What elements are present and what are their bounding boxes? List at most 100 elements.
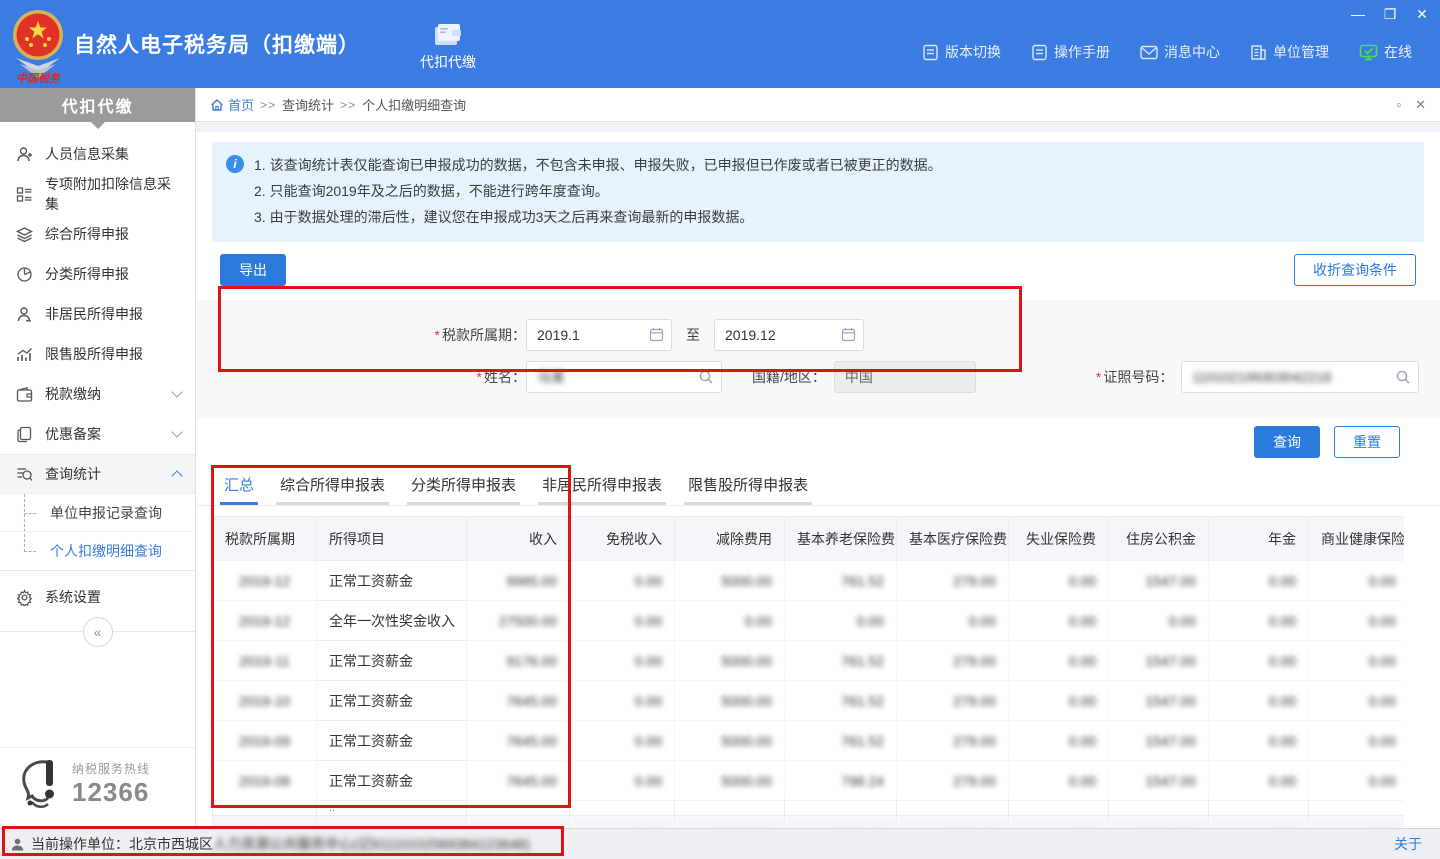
- column-header: 住房公积金: [1109, 517, 1209, 561]
- panel-close-icon[interactable]: ✕: [1415, 97, 1426, 113]
- sidebar-item-tax-payment[interactable]: 税款缴纳: [0, 374, 195, 414]
- sidebar-item-restricted-stock[interactable]: 限售股所得申报: [0, 334, 195, 374]
- form-list-icon: [16, 186, 33, 203]
- export-button[interactable]: 导出: [220, 254, 286, 286]
- sidebar-subitem-personal-withholding-query[interactable]: 个人扣缴明细查询: [0, 532, 195, 570]
- table-cell: [675, 801, 785, 816]
- breadcrumb-item-query-statistics[interactable]: 查询统计: [282, 95, 334, 114]
- sidebar-item-label: 优惠备案: [45, 424, 101, 444]
- name-input[interactable]: 马某: [526, 361, 722, 393]
- table-cell: 2019-11: [213, 641, 317, 681]
- tab-summary[interactable]: 汇总: [220, 468, 258, 505]
- table-cell: 60,000.00: [675, 816, 785, 829]
- column-header: 年金: [1209, 517, 1309, 561]
- sidebar-item-system-settings[interactable]: 系统设置: [0, 577, 195, 617]
- table-cell: 279.00: [897, 561, 1009, 601]
- breadcrumb-home[interactable]: 首页: [210, 95, 254, 114]
- table-cell: [785, 801, 897, 816]
- sidebar-collapse-button[interactable]: «: [83, 617, 113, 647]
- calendar-icon[interactable]: [649, 327, 664, 342]
- close-button[interactable]: ✕: [1414, 6, 1430, 22]
- about-link[interactable]: 关于: [1394, 834, 1422, 854]
- menu-label: 单位管理: [1273, 42, 1329, 62]
- restore-button[interactable]: ❐: [1382, 6, 1398, 22]
- column-header: 基本养老保险费: [785, 517, 897, 561]
- table-scroll-area: 税款所属期所得项目收入免税收入减除费用基本养老保险费基本医疗保险费失业保险费住房…: [212, 516, 1404, 828]
- table-cell: 正常工资薪金: [317, 681, 467, 721]
- menu-label: 操作手册: [1054, 42, 1110, 62]
- table-row[interactable]: 2019-08正常工资薪金7645.000.005000.00798.24279…: [213, 761, 1405, 801]
- tab-nonresident-income[interactable]: 非居民所得申报表: [538, 468, 666, 505]
- table-cell: 1547.00: [1109, 761, 1209, 801]
- menu-label: 在线: [1384, 42, 1412, 62]
- breadcrumb-separator: >>: [340, 98, 356, 112]
- menu-manual[interactable]: 操作手册: [1031, 42, 1110, 62]
- table-total-row[interactable]: ----161,741.000.0060,000.008,991.162,960…: [213, 816, 1405, 829]
- tab-daikoudaijiao[interactable]: 代扣代缴: [420, 22, 476, 72]
- table-row[interactable]: 2019-12全年一次性奖金收入27500.000.000.000.000.00…: [213, 601, 1405, 641]
- table-cell: 0.00: [570, 721, 675, 761]
- table-row[interactable]: ..: [213, 801, 1405, 816]
- table-cell: 2019-12: [213, 601, 317, 641]
- table-row[interactable]: 2019-11正常工资薪金9176.000.005000.00761.52279…: [213, 641, 1405, 681]
- to-label: 至: [686, 325, 700, 345]
- tab-comprehensive-income[interactable]: 综合所得申报表: [276, 468, 389, 505]
- id-number-input[interactable]: 110102199303042218: [1181, 361, 1419, 393]
- table-cell: 0.00: [570, 761, 675, 801]
- hotline-number: 12366: [72, 777, 150, 808]
- document-icon: [1031, 44, 1048, 61]
- home-icon: [210, 98, 224, 112]
- period-to-input[interactable]: 2019.12: [714, 319, 864, 351]
- panel-maximize-icon[interactable]: ▫: [1396, 97, 1401, 113]
- menu-version-switch[interactable]: 版本切换: [922, 42, 1001, 62]
- table-cell: 761.52: [785, 561, 897, 601]
- period-from-input[interactable]: 2019.1: [526, 319, 672, 351]
- table-cell: 7645.00: [467, 681, 570, 721]
- table-row[interactable]: 2019-09正常工资薪金7645.000.005000.00761.52279…: [213, 721, 1405, 761]
- sidebar-item-nonresident-income[interactable]: 非居民所得申报: [0, 294, 195, 334]
- column-header: 商业健康保险: [1309, 517, 1405, 561]
- table-cell: 正常工资薪金: [317, 721, 467, 761]
- menu-message-center[interactable]: 消息中心: [1140, 42, 1220, 62]
- sidebar-item-special-deduction[interactable]: 专项附加扣除信息采集: [0, 174, 195, 214]
- period-label: *税款所属期：: [196, 325, 526, 345]
- minimize-button[interactable]: —: [1350, 6, 1366, 22]
- column-header: 收入: [467, 517, 570, 561]
- table-cell: 0.00: [570, 816, 675, 829]
- table-cell: 279.00: [897, 641, 1009, 681]
- table-cell: 27500.00: [467, 601, 570, 641]
- table-cell: 0.00: [1209, 561, 1309, 601]
- sidebar-item-classified-income[interactable]: 分类所得申报: [0, 254, 195, 294]
- envelope-icon: [1140, 45, 1158, 60]
- sidebar-subitem-unit-declaration-query[interactable]: 单位申报记录查询: [0, 494, 195, 532]
- search-button[interactable]: 查询: [1254, 426, 1320, 458]
- reset-button[interactable]: 重置: [1334, 426, 1400, 458]
- sidebar-item-preferential-filing[interactable]: 优惠备案: [0, 414, 195, 454]
- table-cell: 0.00: [570, 641, 675, 681]
- current-unit-blurred: 人力资源公共服务中心(记91110102569384123648): [213, 834, 530, 854]
- table-cell: 0.00: [1309, 641, 1405, 681]
- table-cell: --: [213, 816, 317, 829]
- tab-classified-income[interactable]: 分类所得申报表: [407, 468, 520, 505]
- sidebar-item-personnel-info[interactable]: 人员信息采集: [0, 134, 195, 174]
- menu-unit-management[interactable]: 单位管理: [1250, 42, 1329, 62]
- sidebar-item-query-statistics[interactable]: 查询统计: [0, 454, 195, 494]
- notice-line: 2. 只能查询2019年及之后的数据，不能进行跨年度查询。: [254, 178, 942, 204]
- menu-online-status[interactable]: 在线: [1359, 42, 1412, 62]
- notice-line: 3. 由于数据处理的滞后性，建议您在申报成功3天之后再来查询最新的申报数据。: [254, 204, 942, 230]
- table-row[interactable]: 2019-10正常工资薪金7645.000.005000.00761.52279…: [213, 681, 1405, 721]
- search-icon[interactable]: [1395, 369, 1411, 385]
- sidebar-item-comprehensive-income[interactable]: 综合所得申报: [0, 214, 195, 254]
- table-cell: 0.00: [1009, 641, 1109, 681]
- calendar-icon[interactable]: [841, 327, 856, 342]
- table-cell: 0.00: [1009, 601, 1109, 641]
- search-icon[interactable]: [698, 369, 714, 385]
- table-cell: 9176.00: [467, 641, 570, 681]
- tab-restricted-stock[interactable]: 限售股所得申报表: [684, 468, 812, 505]
- table-cell: 0.00: [570, 681, 675, 721]
- table-cell: 0.00: [1309, 681, 1405, 721]
- table-row[interactable]: 2019-12正常工资薪金9985.000.005000.00761.52279…: [213, 561, 1405, 601]
- table-cell: 7645.00: [467, 761, 570, 801]
- collapse-query-button[interactable]: 收折查询条件: [1294, 254, 1416, 286]
- online-monitor-icon: [1359, 44, 1378, 61]
